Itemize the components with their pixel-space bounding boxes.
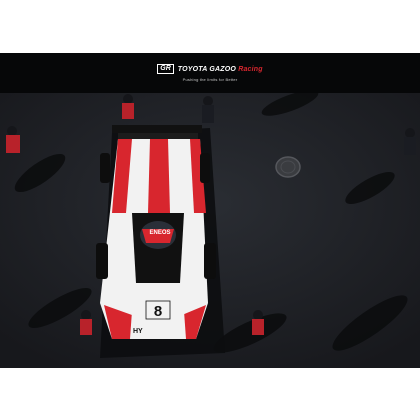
crew-member-right [404, 128, 416, 155]
manhole-cover [275, 156, 301, 178]
car-number: 8 [154, 303, 162, 320]
brand-logo: GR TOYOTA GAZOO Racing [157, 64, 263, 74]
crew-member-topcenter [202, 96, 214, 123]
gr-badge: GR [157, 64, 174, 74]
brand-name: TOYOTA GAZOO Racing [178, 66, 263, 73]
brand-banner: GR TOYOTA GAZOO Racing Pushing the limit… [0, 53, 420, 93]
crew-member-car-left [80, 310, 92, 335]
photo-frame: GR TOYOTA GAZOO Racing Pushing the limit… [0, 53, 420, 368]
brand-tagline: Pushing the limits for Better [182, 77, 238, 82]
car-sponsor: ENEOS [149, 230, 170, 236]
car-nose-label: HY [133, 328, 143, 335]
race-car-photo: 8 HY ENEOS [0, 93, 420, 368]
brand-name-accent: Racing [238, 65, 263, 73]
brand-name-main: TOYOTA GAZOO [177, 65, 239, 73]
crew-member-topleft [122, 94, 134, 119]
crew-member-bottomright [252, 310, 264, 335]
